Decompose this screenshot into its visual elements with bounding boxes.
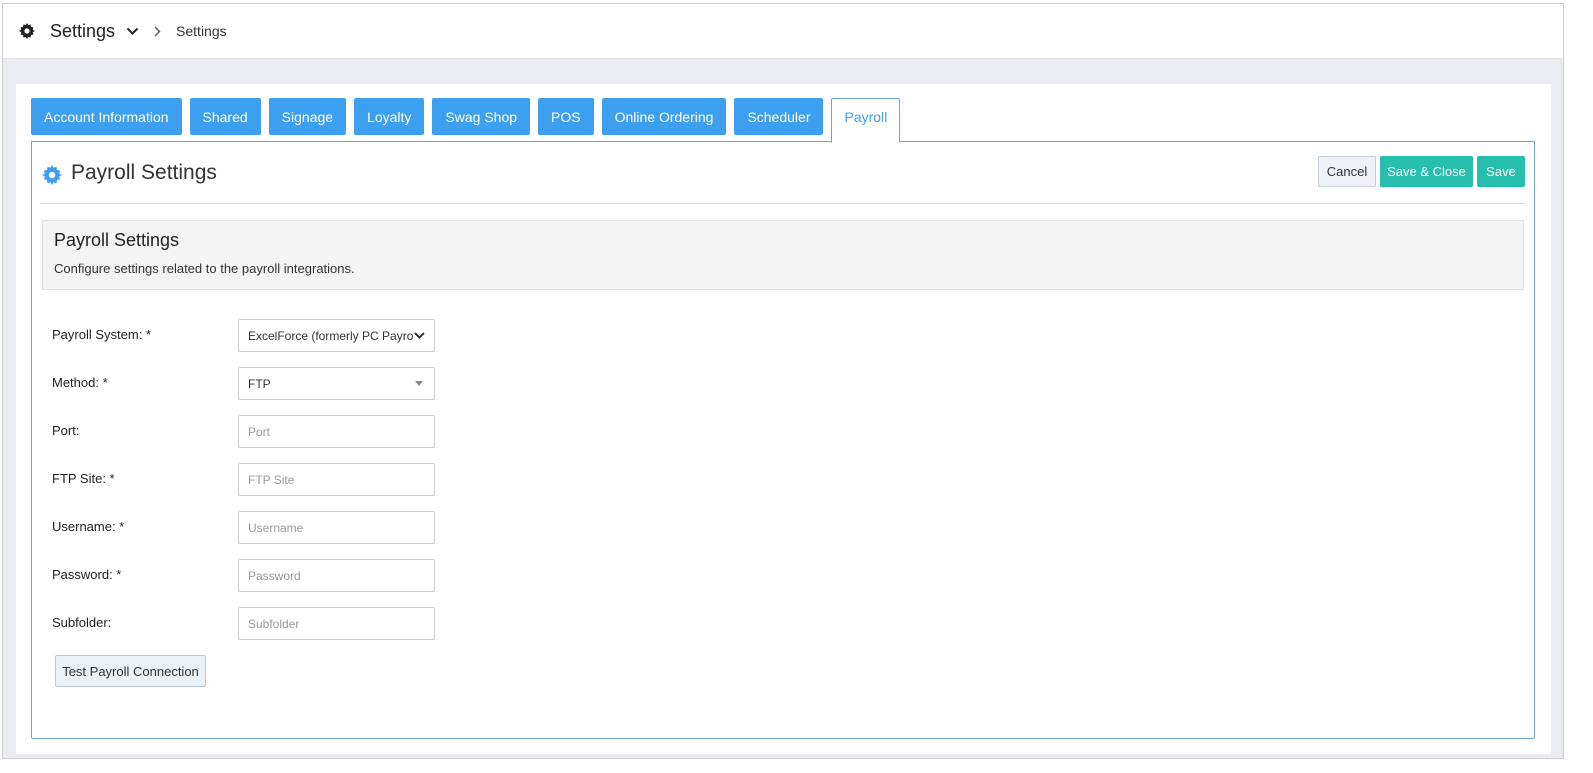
method-value: FTP (248, 376, 271, 391)
username-field[interactable] (238, 511, 435, 544)
subfolder-input[interactable] (248, 616, 425, 631)
settings-card: Account Information Shared Signage Loyal… (16, 84, 1551, 754)
panel-header: Payroll Settings Cancel Save & Close Sav… (41, 156, 1525, 204)
username-input[interactable] (248, 520, 425, 535)
method-label: Method: * (52, 375, 108, 390)
payroll-panel: Payroll Settings Cancel Save & Close Sav… (31, 141, 1535, 739)
save-close-button[interactable]: Save & Close (1380, 156, 1473, 187)
gear-icon[interactable] (19, 22, 37, 40)
chevron-down-icon (413, 330, 425, 342)
module-title[interactable]: Settings (50, 21, 115, 42)
chevron-down-icon[interactable] (126, 24, 140, 38)
chevron-right-icon (154, 25, 164, 37)
port-field[interactable] (238, 415, 435, 448)
tab-shared[interactable]: Shared (189, 98, 261, 135)
username-label: Username: * (52, 519, 125, 534)
tab-swag-shop[interactable]: Swag Shop (432, 98, 531, 135)
app-frame: Settings Settings Account Information Sh… (2, 3, 1564, 759)
tab-online-ordering[interactable]: Online Ordering (601, 98, 727, 135)
info-heading: Payroll Settings (54, 230, 180, 250)
save-button[interactable]: Save (1477, 156, 1525, 187)
top-bar: Settings Settings (3, 4, 1563, 59)
password-label: Password: * (52, 567, 122, 582)
ftp-site-field[interactable] (238, 463, 435, 496)
test-payroll-connection-button[interactable]: Test Payroll Connection (55, 655, 206, 687)
tab-scheduler[interactable]: Scheduler (734, 98, 824, 135)
payroll-system-value: ExcelForce (formerly PC Payroll) (248, 328, 413, 343)
method-select[interactable]: FTP (238, 367, 435, 400)
caret-down-icon (413, 378, 425, 390)
ftp-site-input[interactable] (248, 472, 425, 487)
payroll-system-label: Payroll System: * (52, 327, 151, 342)
subfolder-label: Subfolder: (52, 615, 112, 630)
password-input[interactable] (248, 568, 425, 583)
port-label: Port: (52, 423, 80, 438)
tab-loyalty[interactable]: Loyalty (354, 98, 425, 135)
info-box: Payroll Settings Configure settings rela… (42, 220, 1524, 290)
gear-icon (42, 165, 62, 185)
subfolder-field[interactable] (238, 607, 435, 640)
tab-account-information[interactable]: Account Information (31, 98, 182, 135)
tab-bar: Account Information Shared Signage Loyal… (31, 98, 901, 143)
breadcrumb[interactable]: Settings (176, 23, 227, 39)
cancel-button[interactable]: Cancel (1318, 156, 1376, 187)
payroll-system-select[interactable]: ExcelForce (formerly PC Payroll) (238, 319, 435, 352)
tab-payroll[interactable]: Payroll (831, 98, 901, 143)
tab-pos[interactable]: POS (538, 98, 594, 135)
info-description: Configure settings related to the payrol… (54, 261, 355, 276)
page-title: Payroll Settings (71, 161, 217, 184)
password-field[interactable] (238, 559, 435, 592)
ftp-site-label: FTP Site: * (52, 471, 115, 486)
tab-signage[interactable]: Signage (268, 98, 347, 135)
port-input[interactable] (248, 424, 425, 439)
